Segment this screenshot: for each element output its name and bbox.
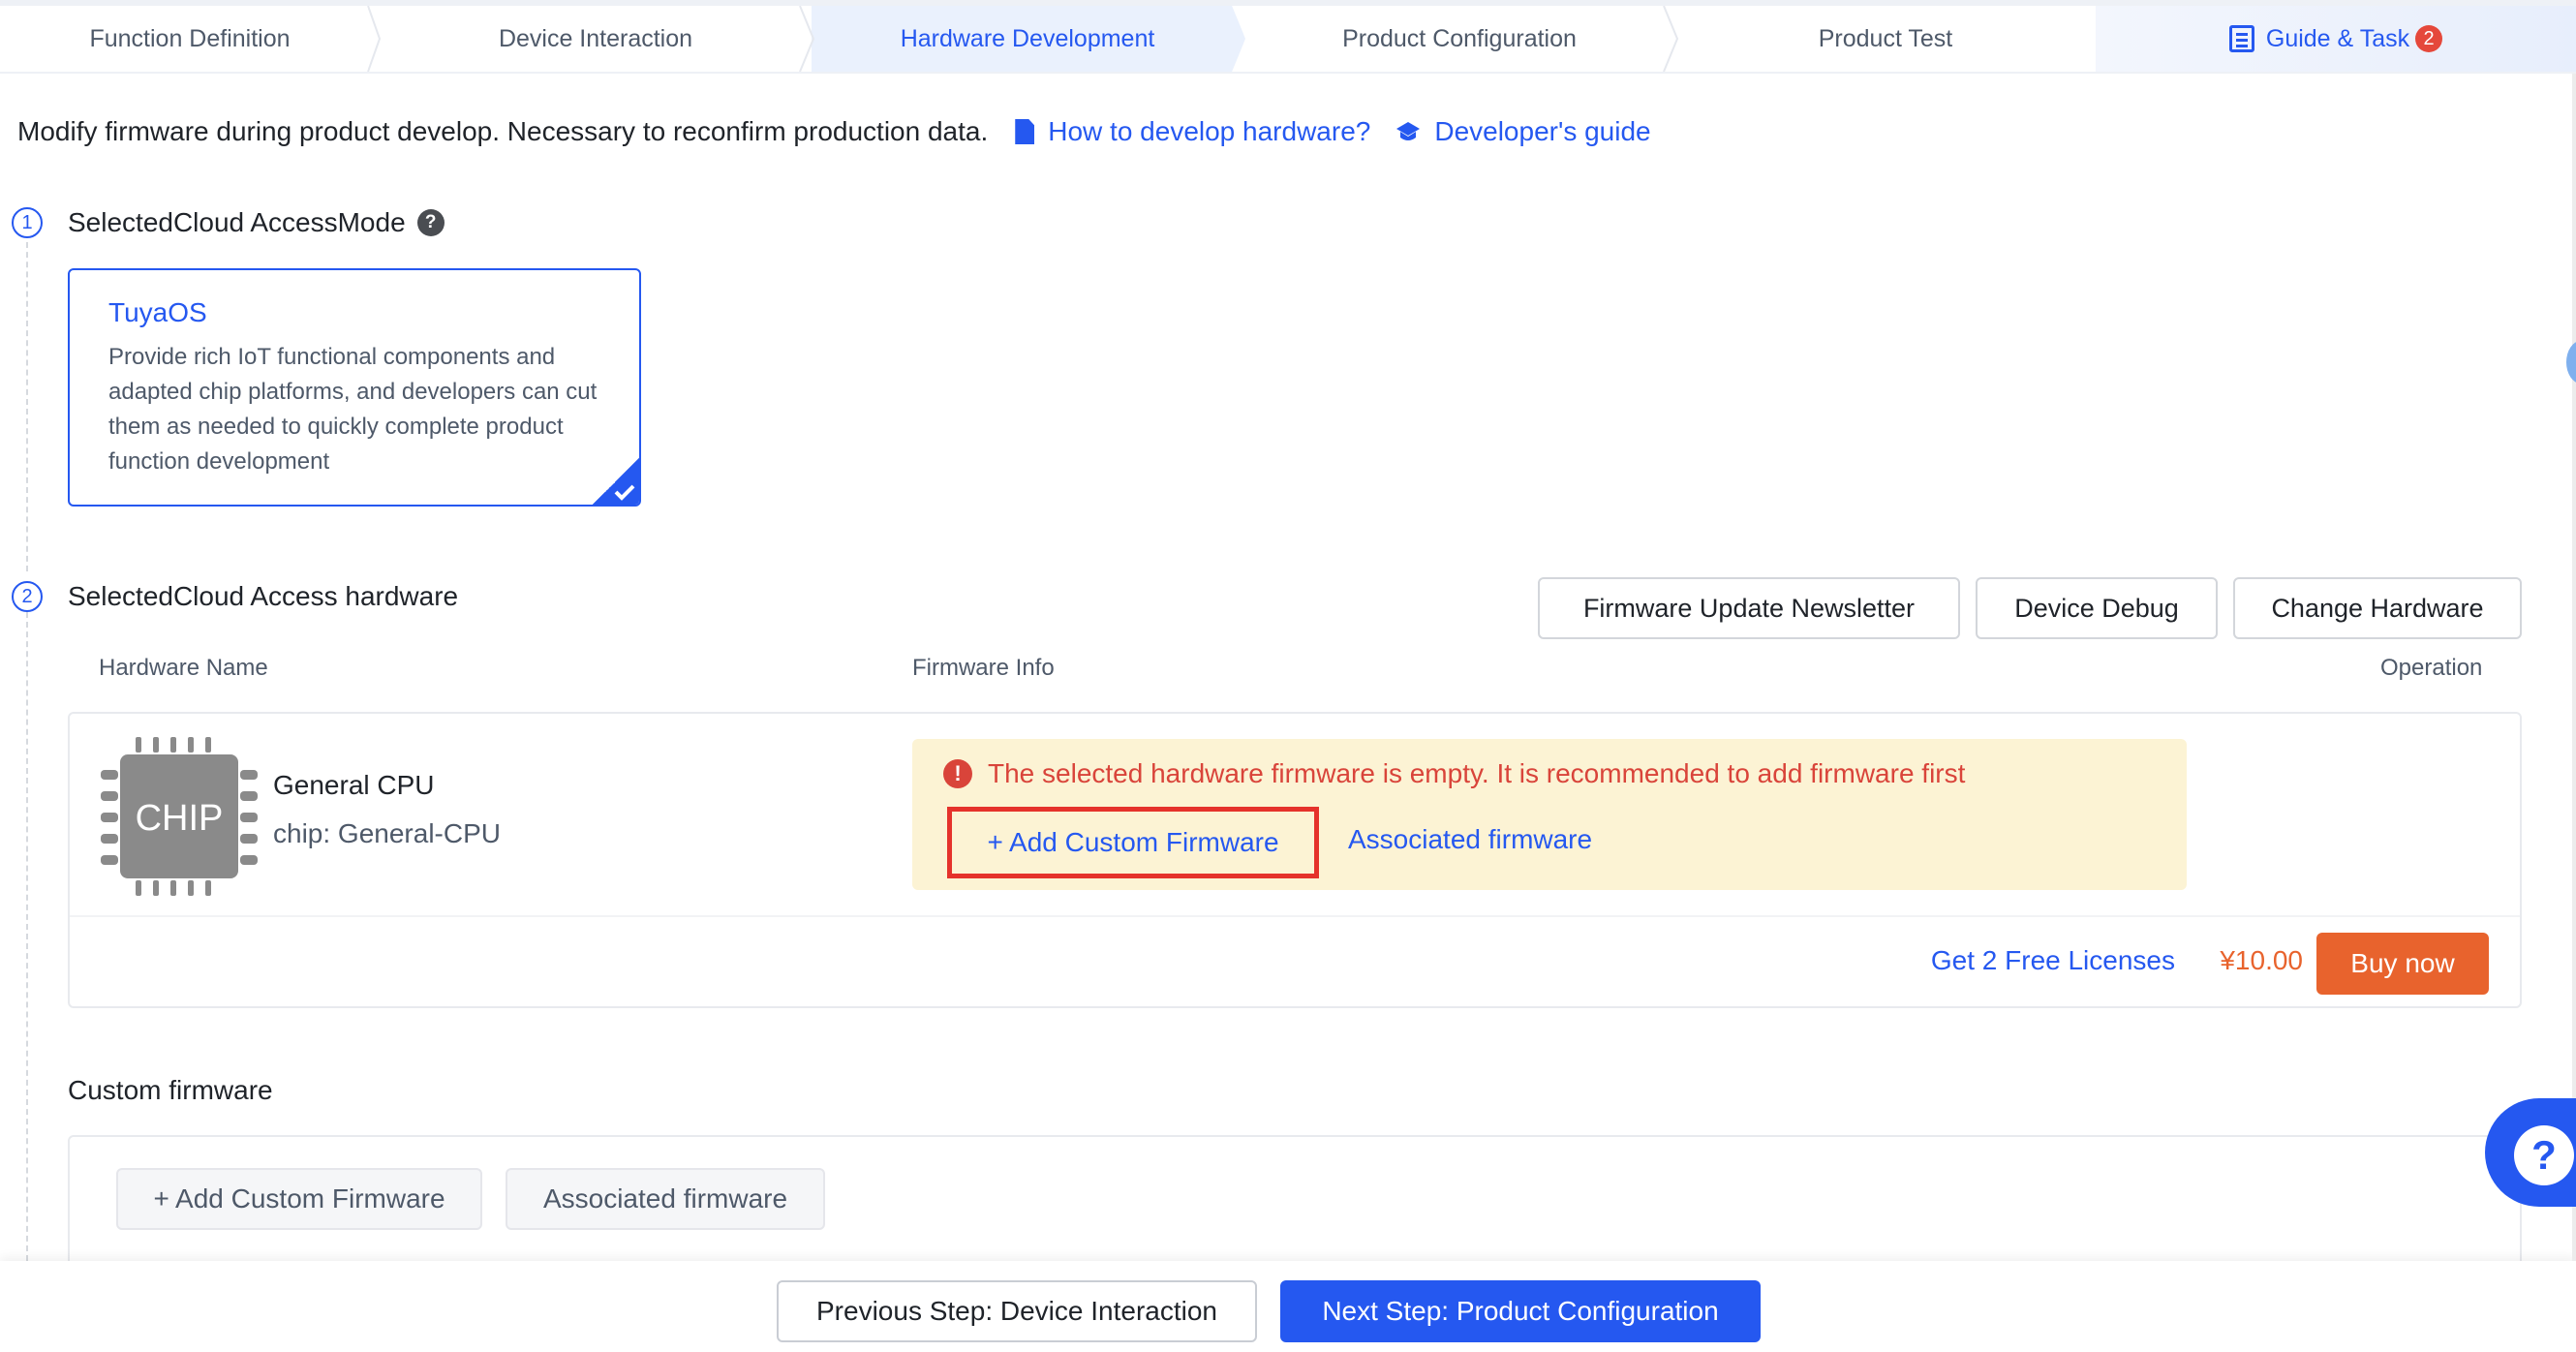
column-header-firmware-info: Firmware Info: [912, 655, 1055, 681]
get-free-licenses-link[interactable]: Get 2 Free Licenses: [1931, 945, 2175, 976]
row-divider: [70, 915, 2520, 917]
footer-bar: Previous Step: Device Interaction Next S…: [0, 1261, 2576, 1352]
next-step-button[interactable]: Next Step: Product Configuration: [1280, 1280, 1761, 1342]
link-label: How to develop hardware?: [1048, 116, 1371, 146]
chip-label: CHIP: [136, 798, 224, 839]
section-title-access-mode: SelectedCloud AccessMode ?: [68, 207, 445, 238]
tuyaos-card[interactable]: TuyaOS Provide rich IoT functional compo…: [68, 268, 641, 507]
warning-text: The selected hardware firmware is empty.…: [988, 758, 1966, 788]
step-label: Product Test: [1818, 24, 1953, 52]
step-separator: [368, 6, 391, 72]
step-function-definition[interactable]: Function Definition: [0, 6, 391, 72]
step-product-test[interactable]: Product Test: [1675, 6, 2096, 72]
step-label: Hardware Development: [900, 24, 1155, 52]
error-icon: !: [943, 759, 972, 788]
warning-message: ! The selected hardware firmware is empt…: [943, 758, 1965, 789]
how-to-develop-hardware-link[interactable]: How to develop hardware?: [1015, 116, 1370, 147]
buy-now-button[interactable]: Buy now: [2316, 933, 2489, 995]
previous-step-button[interactable]: Previous Step: Device Interaction: [777, 1280, 1257, 1342]
globe-icon[interactable]: [2566, 341, 2576, 384]
timeline-line: [26, 612, 28, 1261]
firmware-update-newsletter-button[interactable]: Firmware Update Newsletter: [1538, 577, 1960, 639]
hardware-chip: chip: General-CPU: [273, 818, 501, 848]
add-custom-firmware-button[interactable]: + Add Custom Firmware: [947, 807, 1319, 878]
step-label: Device Interaction: [498, 24, 693, 52]
card-description: Provide rich IoT functional components a…: [108, 344, 598, 475]
developers-guide-link[interactable]: Developer's guide: [1395, 116, 1651, 147]
hardware-name: General CPU: [273, 770, 435, 800]
step-number-2: 2: [12, 581, 43, 612]
hardware-row: CHIP General CPU chip: General-CPU ! The…: [68, 712, 2522, 1008]
associated-firmware-link[interactable]: Associated firmware: [1348, 824, 1592, 855]
step-product-configuration[interactable]: Product Configuration: [1243, 6, 1675, 72]
change-hardware-button[interactable]: Change Hardware: [2233, 577, 2522, 639]
column-header-hardware-name: Hardware Name: [99, 655, 268, 681]
step-label: Function Definition: [89, 24, 291, 52]
step-label: Product Configuration: [1342, 24, 1577, 52]
step-number-1: 1: [12, 207, 43, 238]
link-label: Developer's guide: [1434, 116, 1651, 146]
section-title-text: SelectedCloud AccessMode: [68, 207, 406, 237]
task-count-badge: 2: [2415, 25, 2443, 52]
timeline-line: [26, 242, 28, 571]
price: ¥10.00: [2220, 945, 2303, 975]
custom-firmware-title: Custom firmware: [68, 1075, 273, 1105]
column-header-operation: Operation: [2380, 655, 2483, 681]
help-icon[interactable]: ?: [416, 209, 445, 236]
section-title-text: SelectedCloud Access hardware: [68, 581, 459, 611]
firmware-warning-box: ! The selected hardware firmware is empt…: [912, 739, 2187, 890]
selected-check-icon: [593, 458, 639, 505]
guide-and-task-button[interactable]: Guide & Task 2: [2096, 6, 2576, 72]
scrollbar[interactable]: [2572, 74, 2576, 1261]
intro-line: Modify firmware during product develop. …: [17, 116, 1651, 147]
section-title-hardware: SelectedCloud Access hardware: [68, 581, 458, 612]
associated-firmware-button[interactable]: Associated firmware: [506, 1168, 825, 1230]
device-debug-button[interactable]: Device Debug: [1976, 577, 2218, 639]
question-icon: ?: [2514, 1125, 2574, 1185]
intro-text: Modify firmware during product develop. …: [17, 116, 989, 146]
graduation-cap-icon: [1396, 122, 1421, 140]
step-hardware-development[interactable]: Hardware Development: [812, 6, 1243, 72]
step-device-interaction[interactable]: Device Interaction: [380, 6, 812, 72]
guide-label: Guide & Task: [2265, 24, 2410, 52]
document-icon: [1015, 119, 1035, 144]
list-icon: [2228, 25, 2254, 52]
steps-bar: Function Definition Device Interaction H…: [0, 0, 2576, 74]
card-title: TuyaOS: [108, 297, 207, 327]
chip-icon: CHIP: [101, 737, 258, 896]
add-custom-firmware-button-secondary[interactable]: + Add Custom Firmware: [116, 1168, 482, 1230]
